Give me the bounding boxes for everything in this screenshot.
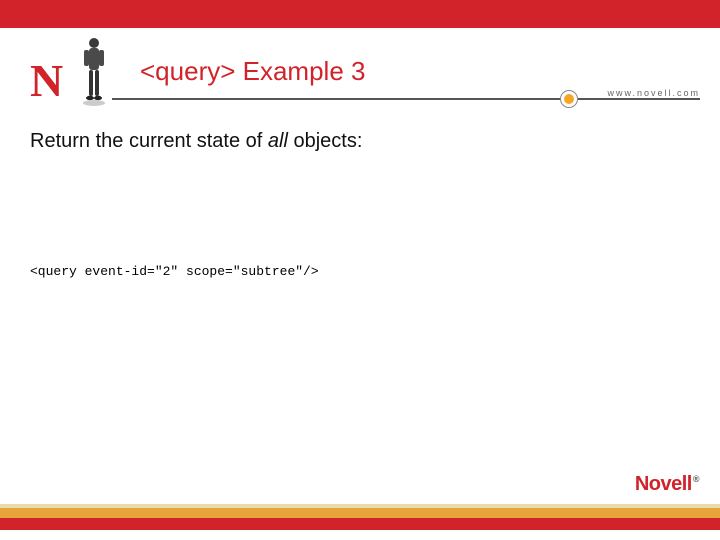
title-rule-dot-inner <box>564 94 574 104</box>
band-red <box>0 518 720 530</box>
body-suffix: objects: <box>288 130 362 152</box>
top-accent-bar <box>0 0 720 28</box>
code-snippet: <query event-id="2" scope="subtree"/> <box>30 264 319 279</box>
body-prefix: Return the current state of <box>30 130 268 152</box>
title-rule-dot <box>560 90 578 108</box>
man-figure-icon <box>78 36 110 108</box>
band-orange <box>0 508 720 518</box>
bottom-accent-band <box>0 504 720 530</box>
registered-mark: ® <box>693 474 699 484</box>
logo-letter-n: N <box>30 54 62 107</box>
slide: N <query> Example 3 www.novell.com Retur… <box>0 0 720 540</box>
footer-novell-logo: Novell® <box>635 473 698 496</box>
body-italic: all <box>268 130 288 152</box>
header-url: www.novell.com <box>607 88 700 98</box>
body-text: Return the current state of all objects: <box>30 130 362 153</box>
title-rule <box>112 98 700 100</box>
novell-n-logo: N <box>30 36 108 106</box>
footer-brand-text: Novell <box>635 473 692 495</box>
slide-title: <query> Example 3 <box>140 56 365 87</box>
